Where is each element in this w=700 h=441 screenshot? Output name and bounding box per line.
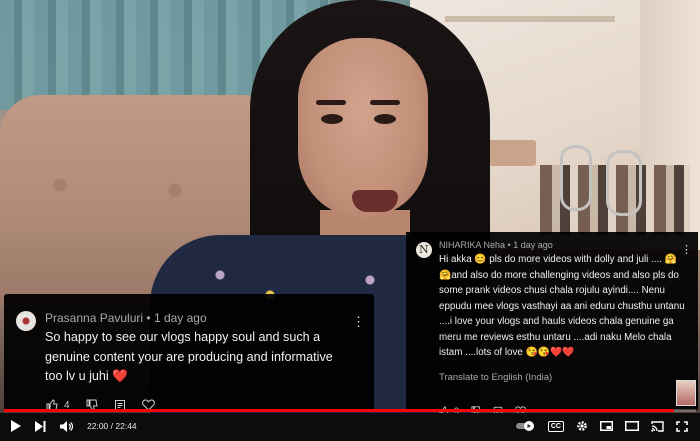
eyebrow bbox=[370, 100, 400, 105]
wall-decor bbox=[488, 140, 536, 166]
mirror bbox=[606, 150, 642, 216]
comment-meta: NIHARIKA Neha • 1 day ago bbox=[439, 240, 553, 250]
comment-author[interactable]: NIHARIKA Neha bbox=[439, 240, 505, 250]
comment-card: N NIHARIKA Neha • 1 day ago ⋮ Hi akka 😊 … bbox=[406, 232, 698, 416]
comment-age: 1 day ago bbox=[513, 240, 553, 250]
comment-text: So happy to see our vlogs happy soul and… bbox=[45, 330, 333, 383]
eye bbox=[321, 114, 343, 124]
current-time: 22:00 bbox=[87, 421, 109, 431]
channel-thumbnail[interactable] bbox=[676, 380, 696, 406]
miniplayer-icon[interactable] bbox=[600, 421, 613, 431]
avatar[interactable] bbox=[16, 311, 36, 331]
progress-bar[interactable] bbox=[4, 409, 696, 412]
kebab-menu-icon[interactable]: ⋮ bbox=[352, 314, 365, 330]
left-controls: 22:00 / 22:44 bbox=[10, 420, 137, 432]
avatar[interactable]: N bbox=[416, 242, 432, 258]
theater-icon[interactable] bbox=[625, 421, 639, 431]
mirror bbox=[560, 145, 592, 211]
settings-icon[interactable] bbox=[576, 420, 588, 432]
play-icon[interactable] bbox=[10, 420, 21, 432]
comment-meta: Prasanna Pavuluri • 1 day ago bbox=[45, 311, 207, 325]
duration: 22:44 bbox=[115, 421, 137, 431]
volume-icon[interactable] bbox=[60, 420, 73, 432]
comment-author[interactable]: Prasanna Pavuluri bbox=[45, 311, 143, 325]
autoplay-toggle[interactable] bbox=[515, 421, 536, 431]
translate-link[interactable]: Translate to English (India) bbox=[439, 372, 552, 383]
avatar-letter: N bbox=[419, 243, 429, 256]
captions-icon[interactable]: CC bbox=[547, 420, 564, 432]
comment-age: 1 day ago bbox=[153, 311, 207, 325]
fullscreen-icon[interactable] bbox=[676, 420, 688, 432]
right-controls: CC bbox=[515, 420, 688, 432]
comment-text: Hi akka 😊 pls do more videos with dolly … bbox=[439, 254, 685, 358]
shelf bbox=[445, 16, 615, 22]
comment-card: Prasanna Pavuluri • 1 day ago ⋮ So happy… bbox=[4, 294, 374, 412]
eyebrow bbox=[316, 100, 346, 105]
eye bbox=[374, 114, 396, 124]
cast-icon[interactable] bbox=[651, 420, 664, 432]
next-icon[interactable] bbox=[35, 420, 46, 432]
mouth bbox=[352, 190, 398, 212]
time-display: 22:00 / 22:44 bbox=[87, 421, 137, 431]
progress-fill bbox=[4, 409, 674, 412]
